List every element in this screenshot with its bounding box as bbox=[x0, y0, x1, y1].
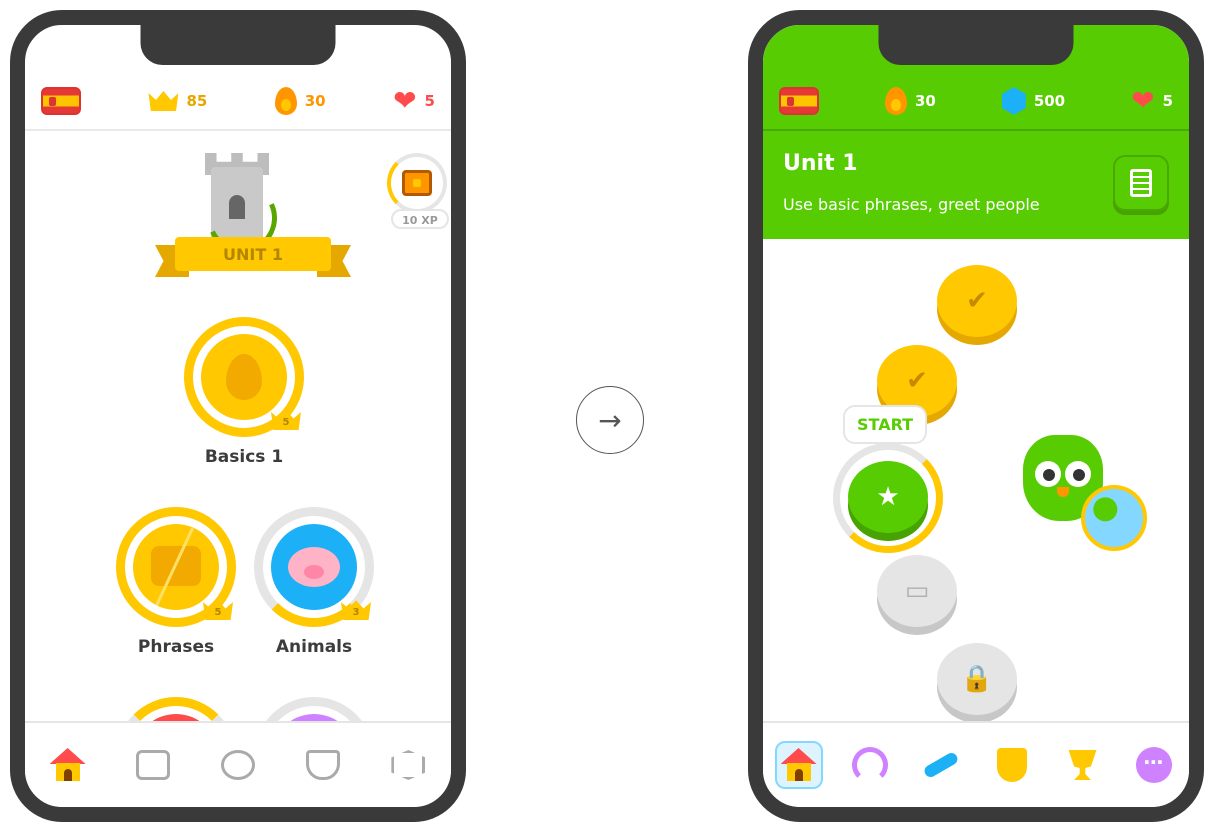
skill-animals[interactable]: 3 Animals bbox=[249, 507, 379, 657]
tab-stories[interactable] bbox=[129, 741, 177, 789]
tab-leaderboard[interactable] bbox=[1059, 741, 1107, 789]
tab-shop[interactable] bbox=[384, 741, 432, 789]
spain-flag-icon bbox=[779, 87, 819, 115]
heart-icon: ❤ bbox=[393, 84, 417, 117]
egg-icon bbox=[201, 334, 287, 420]
skill-label: Phrases bbox=[137, 637, 215, 657]
skill-label: Basics 1 bbox=[204, 447, 284, 467]
tab-home[interactable] bbox=[774, 741, 823, 789]
dumbbell-icon bbox=[921, 750, 960, 780]
streak-counter[interactable]: 30 bbox=[274, 87, 326, 115]
old-home-screen: 85 30 ❤ 5 UNIT 1 10 XP 5 Basics 1 5 Phra… bbox=[10, 10, 466, 822]
fire-icon bbox=[884, 87, 907, 115]
pig-icon bbox=[271, 524, 357, 610]
status-bar: 85 30 ❤ 5 bbox=[25, 73, 451, 131]
home-icon bbox=[780, 748, 817, 782]
tab-more[interactable]: ⋯ bbox=[1130, 741, 1178, 789]
crown-level-badge: 3 bbox=[341, 600, 371, 620]
league-shield-icon bbox=[996, 748, 1027, 782]
castle-icon bbox=[197, 153, 287, 263]
start-tooltip[interactable]: START bbox=[843, 405, 928, 444]
characters-icon bbox=[220, 750, 255, 780]
chest-reward[interactable]: 10 XP bbox=[387, 153, 451, 233]
guidebook-button[interactable] bbox=[1113, 155, 1169, 211]
shield-icon bbox=[306, 750, 341, 780]
skill-ring: 5 bbox=[184, 317, 304, 437]
home-icon bbox=[49, 748, 86, 782]
phone-notch bbox=[878, 25, 1074, 65]
xp-pill: 10 XP bbox=[391, 209, 449, 229]
spain-flag-icon bbox=[41, 87, 81, 115]
crown-level-badge: 5 bbox=[203, 600, 233, 620]
chest-icon bbox=[402, 170, 432, 196]
headphones-icon bbox=[851, 747, 888, 783]
globe-icon bbox=[1081, 485, 1147, 551]
bottom-tab-bar: ⋯ bbox=[763, 721, 1189, 807]
more-icon: ⋯ bbox=[1135, 747, 1172, 783]
book-icon: ▭ bbox=[904, 576, 930, 606]
skill-label: Animals bbox=[275, 637, 353, 657]
crowns-counter[interactable]: 85 bbox=[148, 91, 207, 111]
lesson-node-locked[interactable]: 🔒 bbox=[937, 643, 1017, 715]
bottom-tab-bar bbox=[25, 721, 451, 807]
course-flag-button[interactable] bbox=[41, 87, 81, 115]
status-bar: 30 500 ❤ 5 bbox=[763, 73, 1189, 131]
lock-icon: 🔒 bbox=[960, 664, 994, 694]
tab-listening[interactable] bbox=[846, 741, 894, 789]
tab-practice[interactable] bbox=[917, 741, 965, 789]
lesson-node-completed[interactable]: ✔ bbox=[937, 265, 1017, 337]
check-icon: ✔ bbox=[906, 366, 928, 396]
tab-characters[interactable] bbox=[214, 741, 262, 789]
streak-counter[interactable]: 30 bbox=[884, 87, 936, 115]
course-flag-button[interactable] bbox=[779, 87, 819, 115]
unit-banner-label: UNIT 1 bbox=[175, 237, 331, 271]
check-icon: ✔ bbox=[966, 286, 988, 316]
unit-banner: UNIT 1 bbox=[155, 237, 351, 277]
book-icon bbox=[135, 750, 170, 780]
skill-ring: 3 bbox=[254, 507, 374, 627]
tab-leagues[interactable] bbox=[299, 741, 347, 789]
hearts-counter[interactable]: ❤ 5 bbox=[1131, 87, 1173, 115]
gems-counter[interactable]: 500 bbox=[1001, 87, 1065, 115]
skill-ring: 5 bbox=[116, 507, 236, 627]
transition-arrow-icon: → bbox=[576, 386, 644, 454]
phone-notch bbox=[140, 25, 336, 65]
hexagon-icon bbox=[391, 750, 426, 780]
trophy-icon bbox=[1068, 750, 1097, 780]
tab-leagues[interactable] bbox=[988, 741, 1036, 789]
gem-icon bbox=[1001, 87, 1026, 115]
new-path-screen: 30 500 ❤ 5 Unit 1 Use basic phrases, gree… bbox=[748, 10, 1204, 822]
heart-icon: ❤ bbox=[1131, 84, 1155, 117]
unit-title: Unit 1 bbox=[783, 151, 858, 176]
star-icon: ★ bbox=[876, 482, 900, 512]
skill-basics-1[interactable]: 5 Basics 1 bbox=[179, 317, 309, 467]
notebook-icon bbox=[1130, 169, 1152, 197]
crown-level-badge: 5 bbox=[271, 410, 301, 430]
lesson-node-story[interactable]: ▭ bbox=[877, 555, 957, 627]
lesson-node-current[interactable]: ★ bbox=[848, 461, 928, 533]
unit-subtitle: Use basic phrases, greet people bbox=[783, 195, 1040, 214]
crown-icon bbox=[148, 91, 179, 111]
hearts-counter[interactable]: ❤ 5 bbox=[393, 87, 435, 115]
fire-icon bbox=[274, 87, 297, 115]
tab-home[interactable] bbox=[44, 741, 92, 789]
cracked-chat-icon bbox=[133, 524, 219, 610]
skill-phrases[interactable]: 5 Phrases bbox=[111, 507, 241, 657]
